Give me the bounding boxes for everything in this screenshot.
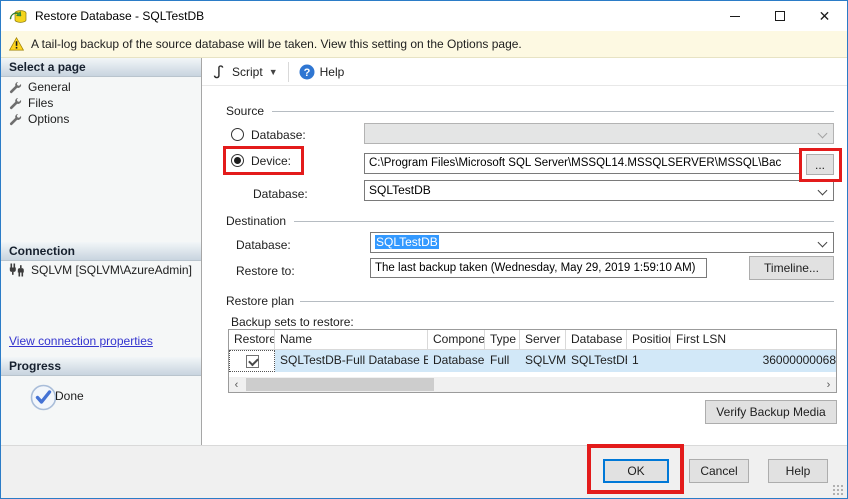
source-database-value-combo[interactable]: SQLTestDB [364, 180, 834, 201]
connection-plug-icon [9, 263, 24, 277]
progress-header: Progress [1, 357, 201, 376]
restore-to-field[interactable]: The last backup taken (Wednesday, May 29… [370, 258, 707, 278]
column-header-restore[interactable]: Restore [229, 330, 275, 349]
cell-position: 1 [632, 353, 639, 367]
warning-icon [9, 37, 24, 51]
destination-group-line [294, 221, 834, 222]
main-panel: Script ▼ ? Help Source Database: Device:… [202, 58, 847, 445]
sidebar-item-label: Files [28, 96, 54, 110]
script-button-label: Script [232, 64, 263, 79]
backup-sets-label: Backup sets to restore: [231, 315, 354, 329]
destination-group-title: Destination [226, 214, 293, 228]
source-device-radio[interactable] [231, 154, 244, 167]
title-bar: Restore Database - SQLTestDB ✕ [1, 1, 847, 31]
connection-server-label: SQLVM [SQLVM\AzureAdmin] [31, 263, 192, 277]
cancel-button[interactable]: Cancel [689, 459, 749, 483]
cell-component: Database [433, 353, 485, 367]
minimize-icon [729, 15, 740, 17]
help-icon: ? [299, 64, 315, 79]
column-header-first-lsn[interactable]: First LSN [671, 330, 836, 349]
restore-database-icon [9, 10, 27, 23]
connection-server: SQLVM [SQLVM\AzureAdmin] [9, 263, 192, 277]
source-database-radio-label: Database: [251, 128, 306, 142]
footer-bar: OK Cancel Help [1, 444, 847, 498]
tail-log-warning-banner: A tail-log backup of the source database… [1, 31, 847, 58]
sidebar-item-options[interactable]: Options [9, 112, 69, 126]
wrench-icon [9, 113, 22, 125]
done-check-icon [30, 384, 57, 411]
maximize-icon [774, 11, 785, 21]
backup-sets-table: Restore Name Component Type Server Datab… [228, 329, 837, 393]
source-device-radio-label: Device: [251, 154, 292, 168]
table-horizontal-scrollbar[interactable]: ‹ › [229, 377, 836, 392]
sidebar-item-general[interactable]: General [9, 80, 71, 94]
minimize-button[interactable] [712, 1, 757, 31]
source-database-combo [364, 123, 834, 144]
close-icon: ✕ [818, 8, 831, 24]
cell-name: SQLTestDB-Full Database Backup [280, 353, 428, 367]
cell-type: Full [490, 353, 510, 367]
browse-button[interactable]: ... [806, 154, 834, 175]
maximize-button[interactable] [757, 1, 802, 31]
close-button[interactable]: ✕ [802, 1, 847, 31]
column-header-type[interactable]: Type [485, 330, 520, 349]
cell-server: SQLVM [525, 353, 566, 367]
source-database-radio[interactable] [231, 128, 244, 141]
source-database-value: SQLTestDB [369, 183, 431, 197]
scroll-right-icon[interactable]: › [821, 377, 836, 392]
table-header-row: Restore Name Component Type Server Datab… [229, 330, 836, 350]
sidebar: Select a page General Files Options Conn… [1, 58, 202, 445]
column-header-server[interactable]: Server [520, 330, 566, 349]
wrench-icon [9, 81, 22, 93]
ok-button[interactable]: OK [603, 459, 669, 483]
wrench-icon [9, 97, 22, 109]
restore-database-dialog: Restore Database - SQLTestDB ✕ A tail-lo… [0, 0, 848, 499]
sidebar-item-files[interactable]: Files [9, 96, 53, 110]
progress-status: Done [55, 389, 84, 403]
table-row[interactable]: SQLTestDB-Full Database Backup Database … [229, 350, 836, 372]
chevron-down-icon [817, 128, 828, 139]
cell-first-lsn: 36000000068 [762, 353, 836, 367]
dialog-toolbar: Script ▼ ? Help [202, 58, 847, 86]
svg-text:?: ? [303, 67, 310, 79]
source-group-title: Source [226, 104, 271, 118]
scrollbar-thumb[interactable] [246, 378, 434, 391]
script-icon [213, 65, 224, 79]
connection-header: Connection [1, 242, 201, 261]
column-header-database[interactable]: Database [566, 330, 627, 349]
destination-database-combo[interactable]: SQLTestDB [370, 232, 834, 253]
verify-backup-media-button[interactable]: Verify Backup Media [705, 400, 837, 424]
script-button[interactable]: Script ▼ [207, 60, 282, 84]
restore-to-label: Restore to: [236, 264, 295, 278]
column-header-name[interactable]: Name [275, 330, 428, 349]
chevron-down-icon [817, 237, 828, 248]
column-header-component[interactable]: Component [428, 330, 485, 349]
timeline-button[interactable]: Timeline... [749, 256, 834, 280]
restore-checkbox-cell [229, 350, 275, 372]
view-connection-properties-link[interactable]: View connection properties [9, 334, 153, 348]
help-toolbar-button[interactable]: ? Help [295, 60, 349, 84]
chevron-down-icon [817, 185, 828, 196]
restore-plan-group-line [300, 301, 834, 302]
help-button-label: Help [319, 64, 345, 79]
column-header-position[interactable]: Position [627, 330, 671, 349]
destination-database-value: SQLTestDB [375, 235, 439, 249]
cell-database: SQLTestDB [571, 353, 627, 367]
toolbar-separator [287, 61, 289, 82]
restore-plan-group-title: Restore plan [226, 294, 301, 308]
help-button[interactable]: Help [768, 459, 828, 483]
source-database2-label: Database: [253, 187, 308, 201]
scroll-left-icon[interactable]: ‹ [229, 377, 244, 392]
select-a-page-header: Select a page [1, 58, 201, 77]
resize-grip[interactable] [832, 484, 843, 495]
destination-database-label: Database: [236, 238, 291, 252]
device-path-field[interactable]: C:\Program Files\Microsoft SQL Server\MS… [364, 153, 801, 174]
window-title: Restore Database - SQLTestDB [35, 9, 205, 23]
warning-text: A tail-log backup of the source database… [31, 37, 522, 51]
source-group-line [272, 111, 834, 112]
sidebar-item-label: Options [28, 112, 70, 126]
sidebar-item-label: General [28, 80, 71, 94]
restore-checkbox[interactable] [245, 354, 259, 368]
script-dropdown-icon: ▼ [268, 66, 278, 77]
